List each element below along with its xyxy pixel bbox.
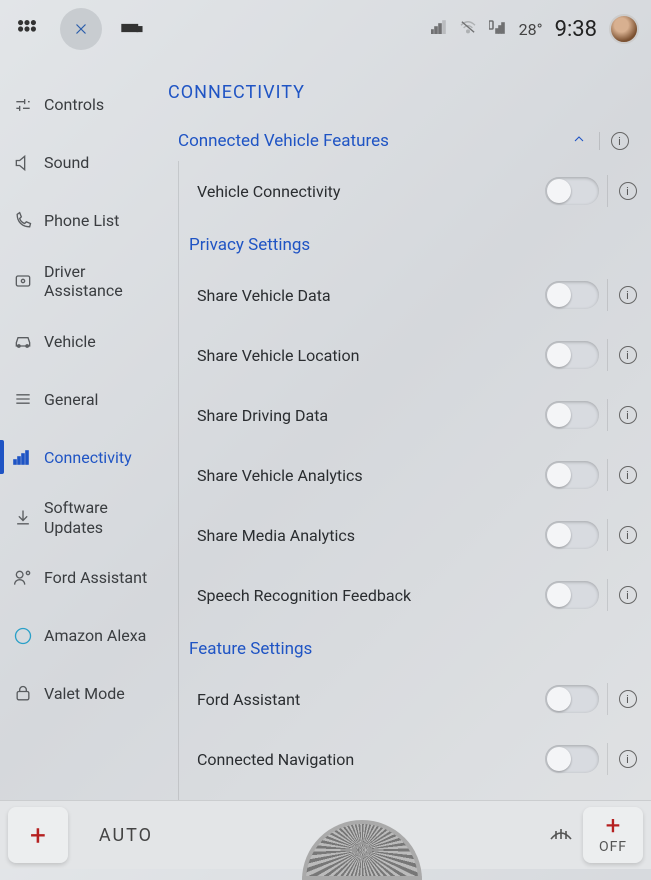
info-button[interactable]: i (607, 579, 647, 611)
close-button[interactable] (60, 8, 102, 50)
page-title: CONNECTIVITY (160, 82, 647, 121)
toggle-connected-nav[interactable] (545, 745, 599, 773)
sidebar-item-label: Sound (44, 153, 89, 172)
valet-icon (12, 683, 34, 705)
sidebar-item-label: Driver Assistance (44, 262, 148, 300)
info-button[interactable]: i (607, 339, 647, 371)
row-connected-nav: Connected Navigation i (179, 729, 647, 789)
row-label: Share Vehicle Analytics (197, 466, 537, 485)
sidebar-item-amazon-alexa[interactable]: Amazon Alexa (8, 607, 152, 665)
row-share-media-analytics: Share Media Analytics i (179, 505, 647, 565)
apps-button[interactable] (12, 14, 42, 44)
climate-off-label: OFF (599, 839, 627, 855)
section-label: Connected Vehicle Features (178, 131, 559, 151)
info-button[interactable]: i (607, 519, 647, 551)
row-label: Connected Navigation (197, 750, 537, 769)
climate-bar: + AUTO + OFF (0, 800, 651, 869)
row-label: Ford Assistant (197, 690, 537, 709)
alexa-icon (12, 625, 34, 647)
toggle-vehicle-connectivity[interactable] (545, 177, 599, 205)
sidebar-item-connectivity[interactable]: Connectivity (8, 428, 152, 486)
sidebar-item-general[interactable]: General (8, 370, 152, 428)
info-button[interactable]: i (607, 683, 647, 715)
settings-content: CONNECTIVITY Connected Vehicle Features … (160, 58, 651, 800)
sidebar-item-label: Valet Mode (44, 684, 125, 703)
climate-auto-button[interactable]: AUTO (76, 825, 176, 846)
row-label: Share Media Analytics (197, 526, 537, 545)
row-ford-assistant: Ford Assistant i (179, 669, 647, 729)
sidebar-item-label: General (44, 390, 98, 409)
sound-icon (12, 152, 34, 174)
driver-temp-up-button[interactable]: + (8, 807, 68, 863)
info-button[interactable]: i (599, 132, 639, 150)
sidebar-item-controls[interactable]: Controls (8, 76, 152, 134)
subsection-feature: Feature Settings (179, 625, 647, 669)
row-share-vehicle-analytics: Share Vehicle Analytics i (179, 445, 647, 505)
sidebar-item-phone-list[interactable]: Phone List (8, 192, 152, 250)
phone-signal-icon (489, 19, 507, 39)
sidebar-item-valet-mode[interactable]: Valet Mode (8, 665, 152, 723)
toggle-share-vehicle-analytics[interactable] (545, 461, 599, 489)
toggle-share-driving-data[interactable] (545, 401, 599, 429)
row-share-vehicle-location: Share Vehicle Location i (179, 325, 647, 385)
toggle-ford-assistant[interactable] (545, 685, 599, 713)
sidebar-item-vehicle[interactable]: Vehicle (8, 312, 152, 370)
row-fordpass-trip: FordPass Power My Trip i (179, 789, 647, 800)
row-label: Speech Recognition Feedback (197, 586, 537, 605)
row-share-driving-data: Share Driving Data i (179, 385, 647, 445)
chevron-up-icon (559, 131, 599, 151)
outside-temp: 28° (519, 20, 543, 39)
sidebar-item-label: Amazon Alexa (44, 626, 146, 645)
download-icon (12, 507, 34, 529)
toggle-share-media-analytics[interactable] (545, 521, 599, 549)
status-bar: 28° 9:38 (0, 0, 651, 58)
toggle-speech-feedback[interactable] (545, 581, 599, 609)
row-share-vehicle-data: Share Vehicle Data i (179, 265, 647, 325)
sidebar-item-ford-assistant[interactable]: Ford Assistant (8, 549, 152, 607)
wifi-off-icon (459, 20, 477, 38)
section-connected-vehicle[interactable]: Connected Vehicle Features i (160, 121, 647, 161)
toggle-share-vehicle-data[interactable] (545, 281, 599, 309)
row-label: Share Vehicle Location (197, 346, 537, 365)
info-button[interactable]: i (607, 459, 647, 491)
sidebar-item-software-updates[interactable]: Software Updates (8, 486, 152, 548)
sidebar-item-label: Connectivity (44, 448, 132, 467)
info-button[interactable]: i (607, 175, 647, 207)
subsection-privacy: Privacy Settings (179, 221, 647, 265)
driver-assist-icon (12, 270, 34, 292)
sidebar-item-label: Phone List (44, 211, 119, 230)
info-button[interactable]: i (607, 399, 647, 431)
general-icon (12, 388, 34, 410)
passenger-temp-up-button[interactable]: + OFF (583, 807, 643, 863)
settings-sidebar: Controls Sound Phone List Driver Assista… (0, 58, 160, 800)
defrost-button[interactable] (547, 823, 575, 848)
sidebar-item-label: Controls (44, 95, 104, 114)
row-label: Share Driving Data (197, 406, 537, 425)
assistant-icon (12, 567, 34, 589)
row-label: Vehicle Connectivity (197, 182, 537, 201)
row-label: Share Vehicle Data (197, 286, 537, 305)
sidebar-item-label: Ford Assistant (44, 568, 147, 587)
vehicle-icon (120, 19, 146, 40)
vehicle-icon (12, 330, 34, 352)
row-speech-feedback: Speech Recognition Feedback i (179, 565, 647, 625)
sidebar-item-label: Software Updates (44, 498, 148, 536)
sidebar-item-sound[interactable]: Sound (8, 134, 152, 192)
signal-icon (431, 20, 447, 38)
profile-avatar[interactable] (609, 14, 639, 44)
info-button[interactable]: i (607, 743, 647, 775)
sidebar-item-label: Vehicle (44, 332, 96, 351)
volume-dial[interactable] (302, 820, 422, 880)
toggle-share-vehicle-location[interactable] (545, 341, 599, 369)
sidebar-item-driver-assistance[interactable]: Driver Assistance (8, 250, 152, 312)
row-vehicle-connectivity: Vehicle Connectivity i (179, 161, 647, 221)
info-button[interactable]: i (607, 279, 647, 311)
controls-icon (12, 94, 34, 116)
connectivity-icon (12, 446, 34, 468)
clock: 9:38 (555, 17, 597, 42)
phone-icon (12, 210, 34, 232)
